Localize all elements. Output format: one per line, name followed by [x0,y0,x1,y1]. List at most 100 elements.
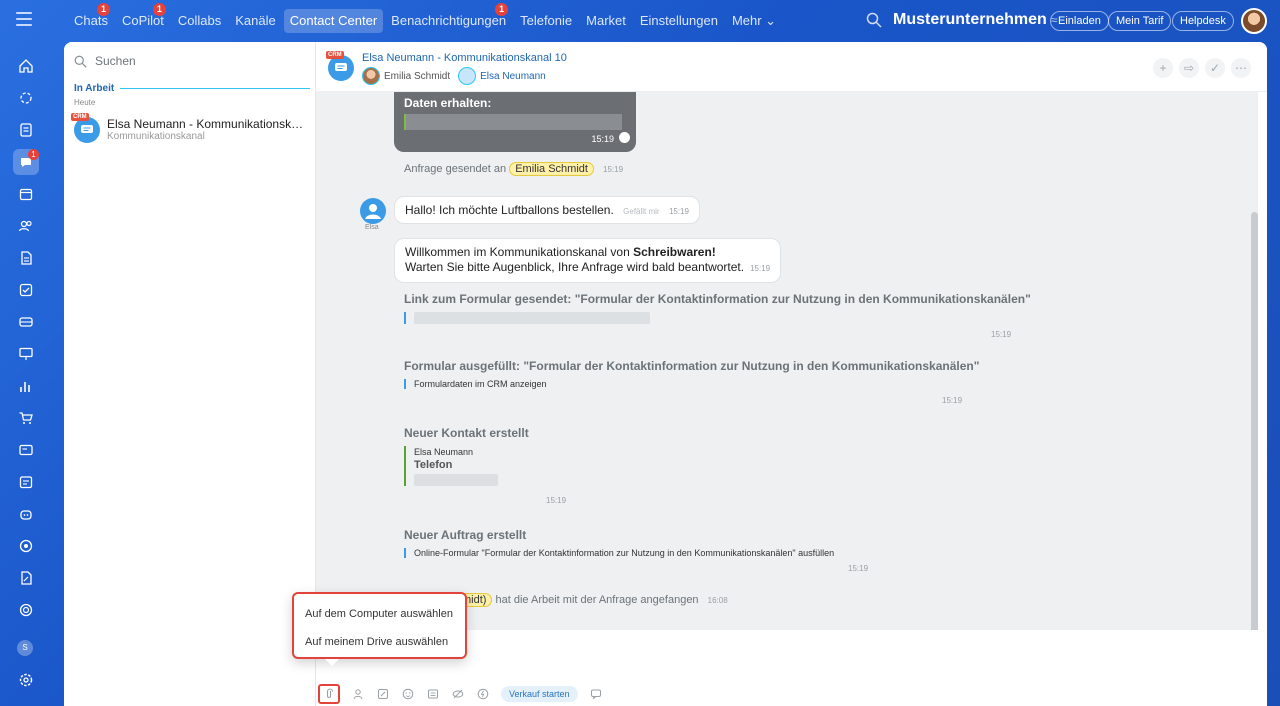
contact-center-icon[interactable]: 1 [0,146,52,178]
helpdesk-button[interactable]: Helpdesk [1172,11,1234,31]
welcome-message: Willkommen im Kommunikationskanal von Sc… [394,238,782,283]
nav-einstellungen[interactable]: Einstellungen [634,9,724,33]
smile-icon[interactable] [401,687,415,701]
left-rail: 1 [0,50,52,626]
add-icon[interactable]: + [1153,58,1173,78]
data-received-message: Daten erhalten: 15:19 [394,92,636,152]
new-order-block: Neuer Auftrag erstellt Online-Formular "… [404,528,869,573]
analytics-icon[interactable] [0,370,52,402]
attach-popup: Auf dem Computer auswählen Auf meinem Dr… [292,592,467,659]
support-icon[interactable] [0,594,52,626]
lightning-icon[interactable] [476,687,490,701]
template-icon[interactable] [426,687,440,701]
hidden-icon[interactable] [451,687,465,701]
message-bubble: Hallo! Ich möchte Luftballons bestellen.… [394,196,700,224]
top-bar: Chats 1 CoPilot 1 Collabs Kanäle Contact C… [0,0,1280,42]
document-icon[interactable] [0,242,52,274]
popup-arrow [325,659,339,666]
nav-badge: 1 [96,3,110,16]
forward-icon[interactable]: ⇨ [1179,58,1199,78]
channel-avatar: CRM [71,113,100,143]
work-started-line: midt) hat die Arbeit mit der Anfrage ang… [456,593,728,607]
choose-from-drive[interactable]: Auf meinem Drive auswählen [305,636,448,648]
user-avatar[interactable] [1241,8,1267,34]
header-actions: + ⇨ ✓ ⋯ [1153,58,1251,78]
calendar-icon[interactable] [0,178,52,210]
choose-from-computer[interactable]: Auf dem Computer auswählen [305,608,453,620]
home-icon[interactable] [0,50,52,82]
nav-chats[interactable]: Chats 1 [68,3,114,33]
rail-badge: 1 [28,149,39,160]
request-sent-line: Anfrage gesendet an Emilia Schmidt 15:19 [404,162,624,176]
user-avatar[interactable] [360,198,386,224]
sign-icon[interactable] [0,562,52,594]
nav-telefonie[interactable]: Telefonie [514,9,578,33]
copilot-icon[interactable] [0,82,52,114]
invite-button[interactable]: Einladen [1050,11,1109,31]
checkbox-icon[interactable] [0,274,52,306]
form-filled-block: Formular ausgefüllt: "Formular der Konta… [404,359,980,405]
user-initial-avatar[interactable]: S [17,640,33,656]
crm-badge: CRM [326,51,344,59]
presentation-icon[interactable] [0,338,52,370]
nav-copilot[interactable]: CoPilot 1 [116,3,170,33]
nav-badge: 1 [152,3,166,16]
scrollbar[interactable] [1251,212,1258,630]
nav-contact-center[interactable]: Contact Center [283,9,384,33]
more-icon[interactable]: ⋯ [1231,58,1251,78]
section-in-arbeit: In Arbeit [74,83,310,94]
form-icon[interactable] [376,687,390,701]
start-sale-button[interactable]: Verkauf starten [501,686,578,702]
crm-badge: CRM [71,113,89,121]
sidebar-search[interactable]: Suchen [74,54,136,68]
lock-icon [619,132,630,143]
crm-link[interactable]: Formulardaten im CRM anzeigen [404,379,979,389]
company-name[interactable]: Musterunternehmen ≈ [893,11,1057,29]
message-feed[interactable]: Daten erhalten: 15:19 Anfrage gesendet a… [316,92,1258,630]
like-button[interactable]: Gefällt mir [623,207,659,216]
tariff-button[interactable]: Mein Tarif [1108,11,1172,31]
chat-bubble-icon[interactable] [589,687,603,701]
conversation-item[interactable]: CRM Elsa Neumann - Kommunikationskan... … [71,113,310,146]
card-icon[interactable] [0,434,52,466]
nav-mehr[interactable]: Mehr ⌄ [726,9,782,33]
nav-market[interactable]: Market [580,9,632,33]
done-icon[interactable]: ✓ [1205,58,1225,78]
tasks-icon[interactable] [0,114,52,146]
main-panel: Suchen In Arbeit Heute CRM Elsa Neumann … [64,42,1267,706]
nav-benachrichtigungen[interactable]: Benachrichtigungen 1 [385,3,512,33]
robot-icon[interactable] [0,498,52,530]
inbox-icon[interactable] [0,306,52,338]
top-nav: Chats 1 CoPilot 1 Collabs Kanäle Contact C… [68,3,782,33]
person-icon [365,204,381,219]
member-name[interactable]: Emilia Schmidt [384,71,450,82]
chat-members: Emilia Schmidt Elsa Neumann [362,67,546,85]
search-icon[interactable] [866,12,882,28]
gear-icon[interactable] [18,672,34,688]
nav-collabs[interactable]: Collabs [172,9,227,33]
conversation-title: Elsa Neumann - Kommunikationskan... [107,117,307,131]
schedule-icon[interactable] [0,466,52,498]
target-icon[interactable] [0,530,52,562]
conversation-subtitle: Kommunikationskanal [107,131,205,142]
input-toolbar: Verkauf starten [318,684,603,704]
member-avatar[interactable] [362,67,380,85]
conversation-sidebar: Suchen In Arbeit Heute CRM Elsa Neumann … [64,42,316,706]
attach-icon[interactable] [318,684,340,704]
day-label: Heute [74,98,96,107]
chat-title[interactable]: Elsa Neumann - Kommunikationskanal 10 [362,52,567,64]
user-name: Elsa [365,224,379,231]
form-link-block: Link zum Formular gesendet: "Formular de… [404,292,1031,339]
new-contact-block: Neuer Kontakt erstellt Elsa Neumann Tele… [404,426,567,505]
nav-kanaele[interactable]: Kanäle [229,9,281,33]
search-input[interactable]: Suchen [95,54,136,68]
channel-avatar: CRM [326,51,354,81]
chat-header: CRM Elsa Neumann - Kommunikationskanal 1… [316,42,1267,92]
users-icon[interactable] [0,210,52,242]
contact-icon[interactable] [351,687,365,701]
cart-icon[interactable] [0,402,52,434]
menu-icon[interactable] [16,12,32,26]
user-chip[interactable]: Emilia Schmidt [509,162,594,176]
member-name[interactable]: Elsa Neumann [480,71,546,82]
member-avatar[interactable] [458,67,477,85]
